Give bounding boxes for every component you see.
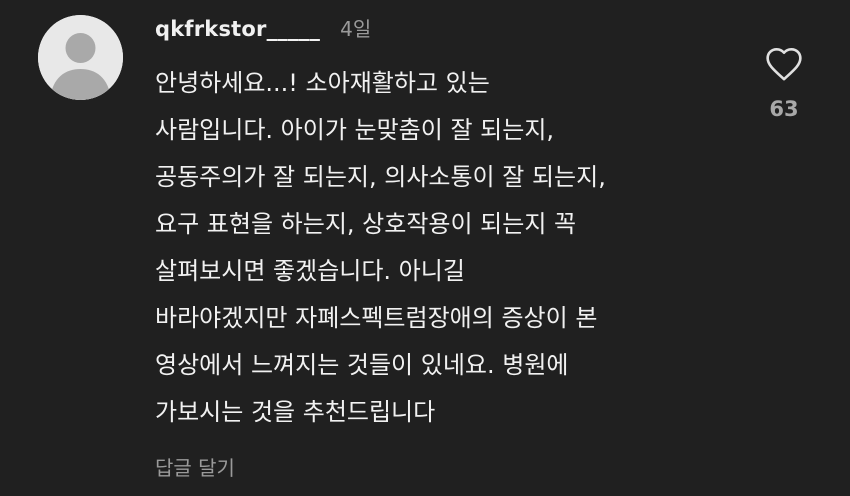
like-button[interactable] bbox=[760, 44, 808, 84]
comment-body-line: 영상에서 느껴지는 것들이 있네요. 병원에 bbox=[155, 351, 569, 379]
reply-button[interactable]: 답글 달기 bbox=[155, 452, 235, 481]
default-avatar-icon bbox=[38, 15, 123, 100]
heart-outline-icon bbox=[766, 47, 802, 81]
comment: qkfrkstor_____ 4일 안녕하세요...! 소아재활하고 있는 사람… bbox=[0, 0, 850, 496]
comment-body-line: 가보시는 것을 추천드립니다 bbox=[155, 398, 436, 426]
comment-header: qkfrkstor_____ 4일 bbox=[155, 13, 371, 42]
comment-body-line: 바라야겠지만 자폐스펙트럼장애의 증상이 본 bbox=[155, 304, 598, 332]
like-count: 63 bbox=[769, 97, 799, 121]
comment-body-line: 사람입니다. 아이가 눈맞춤이 잘 되는지, bbox=[155, 116, 555, 144]
comment-body-line: 요구 표현을 하는지, 상호작용이 되는지 꼭 bbox=[155, 210, 577, 238]
comment-body-line: 안녕하세요...! 소아재활하고 있는 bbox=[155, 69, 490, 97]
username[interactable]: qkfrkstor_____ bbox=[155, 17, 320, 41]
avatar[interactable] bbox=[38, 15, 123, 100]
comment-body-line: 공동주의가 잘 되는지, 의사소통이 잘 되는지, bbox=[155, 163, 606, 191]
timestamp: 4일 bbox=[340, 17, 372, 41]
comment-body: 안녕하세요...! 소아재활하고 있는 사람입니다. 아이가 눈맞춤이 잘 되는… bbox=[155, 60, 745, 436]
comment-body-line: 살펴보시면 좋겠습니다. 아니길 bbox=[155, 257, 465, 285]
